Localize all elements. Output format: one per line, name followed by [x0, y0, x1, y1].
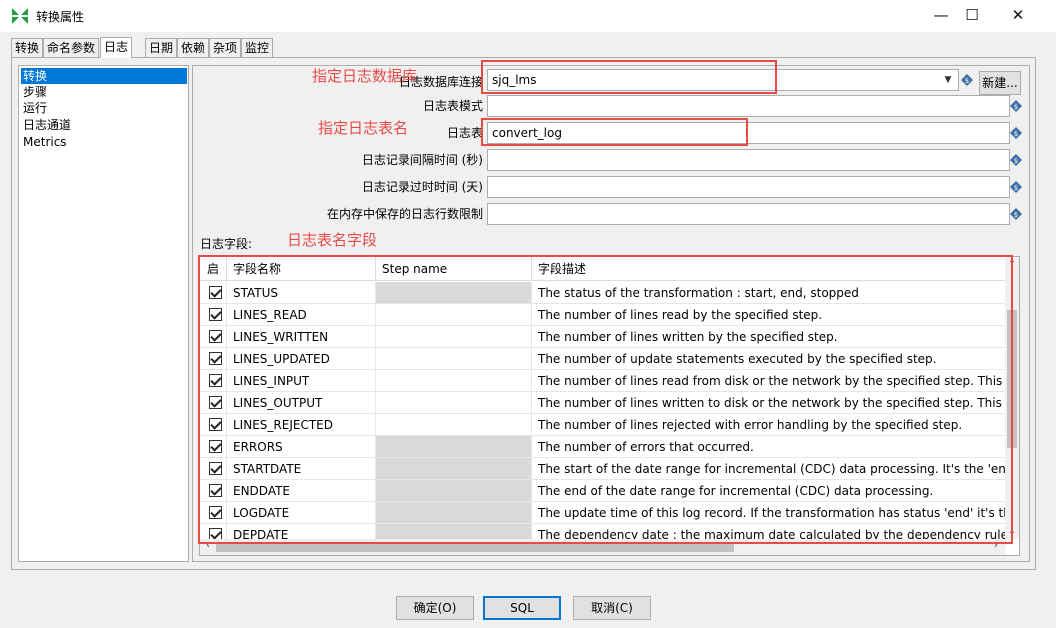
- timeout-input[interactable]: [487, 176, 1010, 198]
- variable-icon[interactable]: $: [961, 74, 973, 86]
- chevron-down-icon[interactable]: ▼: [941, 72, 955, 88]
- tab-dates[interactable]: 日期: [145, 38, 178, 58]
- nav-item-running[interactable]: 运行: [21, 100, 187, 116]
- svg-text:$: $: [1014, 184, 1018, 192]
- tab-transform[interactable]: 转换: [11, 38, 44, 58]
- variable-icon[interactable]: $: [1010, 181, 1022, 193]
- ok-button[interactable]: 确定(O): [396, 596, 474, 620]
- close-button[interactable]: ✕: [995, 0, 1041, 30]
- schema-input[interactable]: [487, 95, 1010, 117]
- table-label: 日志表: [446, 126, 483, 140]
- annotation-fields: 日志表名字段: [287, 231, 378, 249]
- cancel-button[interactable]: 取消(C): [573, 596, 651, 620]
- nav-item-log-channels[interactable]: 日志通道: [21, 117, 187, 133]
- interval-input[interactable]: [487, 149, 1010, 171]
- log-type-list: 转换 步骤 运行 日志通道 Metrics: [18, 65, 189, 562]
- title-bar: 转换属性 — ☐ ✕: [0, 0, 1056, 32]
- svg-text:$: $: [1014, 211, 1018, 219]
- sql-button[interactable]: SQL: [483, 596, 561, 620]
- window-title: 转换属性: [36, 10, 85, 24]
- log-fields-label: 日志字段:: [200, 237, 253, 251]
- svg-text:$: $: [1014, 103, 1018, 111]
- svg-text:$: $: [1014, 130, 1018, 138]
- variable-icon[interactable]: $: [1010, 100, 1022, 112]
- max-lines-input[interactable]: [487, 203, 1010, 225]
- tab-logging[interactable]: 日志: [100, 37, 133, 58]
- new-connection-button[interactable]: 新建...: [979, 71, 1021, 95]
- app-icon: [12, 8, 28, 24]
- variable-icon[interactable]: $: [1010, 127, 1022, 139]
- annotation-db: 指定日志数据库: [312, 67, 418, 85]
- interval-label: 日志记录间隔时间 (秒): [361, 153, 483, 167]
- nav-item-steps[interactable]: 步骤: [21, 84, 187, 100]
- annotation-table: 指定日志表名: [318, 119, 409, 137]
- tab-monitoring[interactable]: 监控: [241, 38, 274, 58]
- schema-label: 日志表模式: [422, 99, 483, 113]
- annotation-box-table: [481, 118, 748, 146]
- variable-icon[interactable]: $: [1010, 208, 1022, 220]
- tab-dependencies[interactable]: 依赖: [177, 38, 210, 58]
- annotation-box-db: [481, 60, 777, 94]
- timeout-label: 日志记录过时时间 (天): [361, 180, 483, 194]
- max-lines-label: 在内存中保存的日志行数限制: [326, 207, 483, 221]
- variable-icon[interactable]: $: [1010, 154, 1022, 166]
- nav-item-transform[interactable]: 转换: [21, 68, 187, 84]
- annotation-box-fields: [198, 255, 1013, 544]
- nav-item-metrics[interactable]: Metrics: [21, 134, 187, 150]
- svg-text:$: $: [965, 77, 969, 85]
- tab-named-params[interactable]: 命名参数: [43, 38, 100, 58]
- horizontal-scroll-thumb[interactable]: [216, 543, 734, 552]
- svg-text:$: $: [1014, 157, 1018, 165]
- tab-misc[interactable]: 杂项: [209, 38, 242, 58]
- maximize-button[interactable]: ☐: [949, 0, 995, 30]
